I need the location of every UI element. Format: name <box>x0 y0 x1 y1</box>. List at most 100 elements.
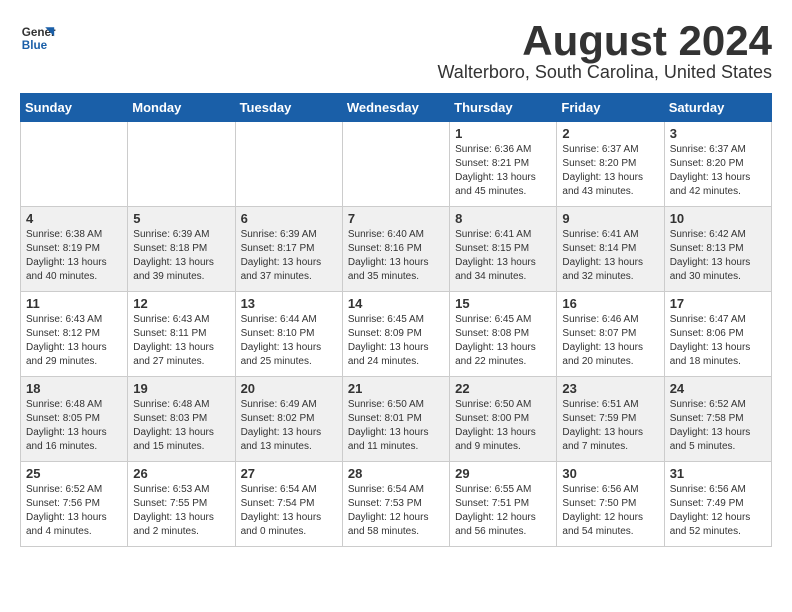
table-row: 14Sunrise: 6:45 AM Sunset: 8:09 PM Dayli… <box>342 292 449 377</box>
day-number: 19 <box>133 381 229 396</box>
table-row: 20 Sunrise: 6:49 AM Sunset: 8:02 PM Dayli… <box>235 377 342 462</box>
day-info: Sunrise: 6:48 AM Sunset: 8:03 PM Dayligh… <box>133 398 229 454</box>
day-number: 3 <box>670 126 766 141</box>
day-number: 14 <box>348 296 444 311</box>
calendar-week-row: 11 Sunrise: 6:43 AM Sunset: 8:12 PM Dayli… <box>21 292 772 377</box>
calendar-table: Sunday Monday Tuesday Wednesday Thursday… <box>20 93 772 547</box>
table-row: 22 Sunrise: 6:50 AM Sunset: 8:00 PM Dayli… <box>450 377 557 462</box>
day-number: 5 <box>133 211 229 226</box>
day-number: 27 <box>241 466 337 481</box>
calendar-week-row: 18 Sunrise: 6:48 AM Sunset: 8:05 PM Dayli… <box>21 377 772 462</box>
day-info: Sunrise: 6:40 AM Sunset: 8:16 PM Dayligh… <box>348 228 444 284</box>
day-info: Sunrise: 6:55 AM Sunset: 7:51 PM Dayligh… <box>455 483 551 539</box>
day-info: Sunrise: 6:44 AM Sunset: 8:10 PM Dayligh… <box>241 313 337 369</box>
day-number: 23 <box>562 381 658 396</box>
day-info: Sunrise: 6:54 AM Sunset: 7:53 PM Dayligh… <box>348 483 444 539</box>
calendar-subtitle: Walterboro, South Carolina, United State… <box>437 62 772 83</box>
day-number: 15 <box>455 296 551 311</box>
calendar-week-row: 25 Sunrise: 6:52 AM Sunset: 7:56 PM Dayli… <box>21 462 772 547</box>
day-number: 20 <box>241 381 337 396</box>
header: General Blue August 2024 Walterboro, Sou… <box>20 20 772 83</box>
day-info: Sunrise: 6:39 AM Sunset: 8:17 PM Dayligh… <box>241 228 337 284</box>
day-info: Sunrise: 6:49 AM Sunset: 8:02 PM Dayligh… <box>241 398 337 454</box>
day-number: 17 <box>670 296 766 311</box>
day-number: 30 <box>562 466 658 481</box>
day-number: 8 <box>455 211 551 226</box>
day-number: 4 <box>26 211 122 226</box>
day-number: 29 <box>455 466 551 481</box>
day-number: 6 <box>241 211 337 226</box>
day-number: 11 <box>26 296 122 311</box>
table-row: 26 Sunrise: 6:53 AM Sunset: 7:55 PM Dayli… <box>128 462 235 547</box>
table-row: 31Sunrise: 6:56 AM Sunset: 7:49 PM Dayli… <box>664 462 771 547</box>
table-row: 29 Sunrise: 6:55 AM Sunset: 7:51 PM Dayli… <box>450 462 557 547</box>
table-row: 8Sunrise: 6:41 AM Sunset: 8:15 PM Daylig… <box>450 207 557 292</box>
day-number: 12 <box>133 296 229 311</box>
table-row <box>128 122 235 207</box>
day-info: Sunrise: 6:52 AM Sunset: 7:58 PM Dayligh… <box>670 398 766 454</box>
day-info: Sunrise: 6:46 AM Sunset: 8:07 PM Dayligh… <box>562 313 658 369</box>
day-number: 25 <box>26 466 122 481</box>
header-wednesday: Wednesday <box>342 94 449 122</box>
days-header-row: Sunday Monday Tuesday Wednesday Thursday… <box>21 94 772 122</box>
calendar-title: August 2024 <box>437 20 772 62</box>
table-row: 21 Sunrise: 6:50 AM Sunset: 8:01 PM Dayli… <box>342 377 449 462</box>
day-info: Sunrise: 6:45 AM Sunset: 8:08 PM Dayligh… <box>455 313 551 369</box>
svg-text:Blue: Blue <box>22 39 48 52</box>
day-number: 18 <box>26 381 122 396</box>
table-row: 6 Sunrise: 6:39 AM Sunset: 8:17 PM Daylig… <box>235 207 342 292</box>
day-info: Sunrise: 6:41 AM Sunset: 8:14 PM Dayligh… <box>562 228 658 284</box>
day-number: 24 <box>670 381 766 396</box>
day-number: 7 <box>348 211 444 226</box>
table-row: 13 Sunrise: 6:44 AM Sunset: 8:10 PM Dayli… <box>235 292 342 377</box>
table-row: 3 Sunrise: 6:37 AM Sunset: 8:20 PM Daylig… <box>664 122 771 207</box>
day-info: Sunrise: 6:37 AM Sunset: 8:20 PM Dayligh… <box>562 143 658 199</box>
table-row <box>21 122 128 207</box>
day-info: Sunrise: 6:53 AM Sunset: 7:55 PM Dayligh… <box>133 483 229 539</box>
day-info: Sunrise: 6:50 AM Sunset: 8:01 PM Dayligh… <box>348 398 444 454</box>
page-wrapper: General Blue August 2024 Walterboro, Sou… <box>20 20 772 547</box>
table-row: 28 Sunrise: 6:54 AM Sunset: 7:53 PM Dayli… <box>342 462 449 547</box>
table-row: 5 Sunrise: 6:39 AM Sunset: 8:18 PM Daylig… <box>128 207 235 292</box>
day-number: 9 <box>562 211 658 226</box>
day-number: 13 <box>241 296 337 311</box>
logo: General Blue <box>20 20 56 56</box>
title-section: August 2024 Walterboro, South Carolina, … <box>437 20 772 83</box>
day-info: Sunrise: 6:37 AM Sunset: 8:20 PM Dayligh… <box>670 143 766 199</box>
day-info: Sunrise: 6:54 AM Sunset: 7:54 PM Dayligh… <box>241 483 337 539</box>
day-info: Sunrise: 6:43 AM Sunset: 8:12 PM Dayligh… <box>26 313 122 369</box>
table-row: 17 Sunrise: 6:47 AM Sunset: 8:06 PM Dayli… <box>664 292 771 377</box>
table-row: 30 Sunrise: 6:56 AM Sunset: 7:50 PM Dayli… <box>557 462 664 547</box>
day-info: Sunrise: 6:39 AM Sunset: 8:18 PM Dayligh… <box>133 228 229 284</box>
day-info: Sunrise: 6:52 AM Sunset: 7:56 PM Dayligh… <box>26 483 122 539</box>
day-number: 21 <box>348 381 444 396</box>
day-info: Sunrise: 6:42 AM Sunset: 8:13 PM Dayligh… <box>670 228 766 284</box>
table-row: 19 Sunrise: 6:48 AM Sunset: 8:03 PM Dayli… <box>128 377 235 462</box>
table-row: 2 Sunrise: 6:37 AM Sunset: 8:20 PM Daylig… <box>557 122 664 207</box>
day-number: 2 <box>562 126 658 141</box>
table-row: 11 Sunrise: 6:43 AM Sunset: 8:12 PM Dayli… <box>21 292 128 377</box>
day-number: 16 <box>562 296 658 311</box>
day-info: Sunrise: 6:48 AM Sunset: 8:05 PM Dayligh… <box>26 398 122 454</box>
table-row: 1Sunrise: 6:36 AM Sunset: 8:21 PM Daylig… <box>450 122 557 207</box>
day-info: Sunrise: 6:56 AM Sunset: 7:49 PM Dayligh… <box>670 483 766 539</box>
table-row <box>235 122 342 207</box>
header-friday: Friday <box>557 94 664 122</box>
table-row: 10Sunrise: 6:42 AM Sunset: 8:13 PM Dayli… <box>664 207 771 292</box>
day-info: Sunrise: 6:36 AM Sunset: 8:21 PM Dayligh… <box>455 143 551 199</box>
header-saturday: Saturday <box>664 94 771 122</box>
table-row: 27 Sunrise: 6:54 AM Sunset: 7:54 PM Dayli… <box>235 462 342 547</box>
header-tuesday: Tuesday <box>235 94 342 122</box>
header-sunday: Sunday <box>21 94 128 122</box>
day-number: 26 <box>133 466 229 481</box>
day-info: Sunrise: 6:47 AM Sunset: 8:06 PM Dayligh… <box>670 313 766 369</box>
day-info: Sunrise: 6:56 AM Sunset: 7:50 PM Dayligh… <box>562 483 658 539</box>
table-row: 4Sunrise: 6:38 AM Sunset: 8:19 PM Daylig… <box>21 207 128 292</box>
day-number: 22 <box>455 381 551 396</box>
header-thursday: Thursday <box>450 94 557 122</box>
day-info: Sunrise: 6:50 AM Sunset: 8:00 PM Dayligh… <box>455 398 551 454</box>
calendar-week-row: 1Sunrise: 6:36 AM Sunset: 8:21 PM Daylig… <box>21 122 772 207</box>
day-number: 28 <box>348 466 444 481</box>
logo-icon: General Blue <box>20 20 56 56</box>
table-row: 7 Sunrise: 6:40 AM Sunset: 8:16 PM Daylig… <box>342 207 449 292</box>
